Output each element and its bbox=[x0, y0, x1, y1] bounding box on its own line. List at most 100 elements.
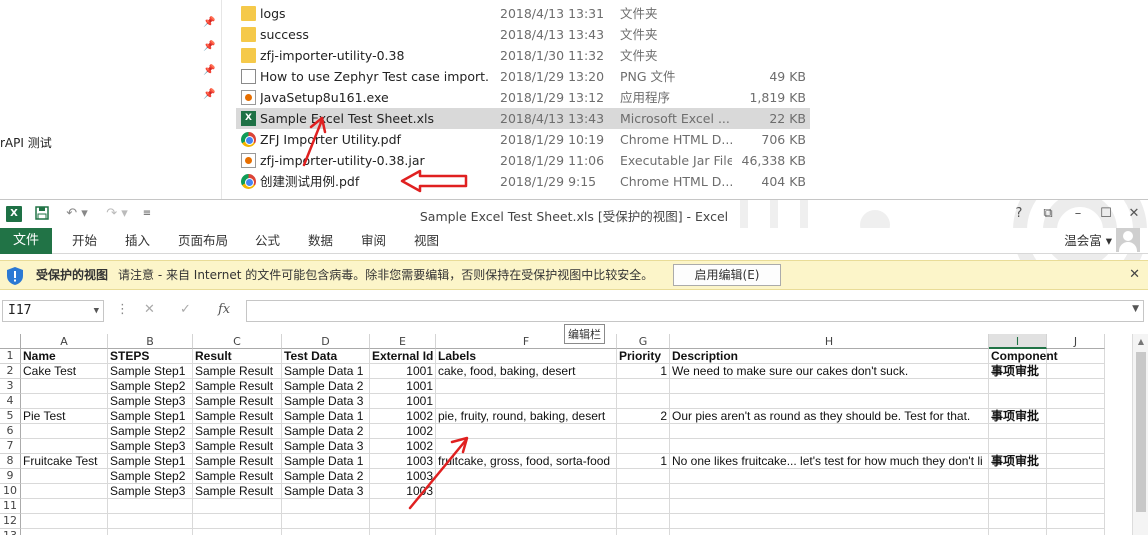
cell-b10[interactable]: Sample Step3 bbox=[108, 484, 193, 499]
cell-c2[interactable]: Sample Result bbox=[193, 364, 282, 379]
cell-f3[interactable] bbox=[436, 379, 617, 394]
column-header-e[interactable]: E bbox=[370, 334, 436, 349]
cell-g8[interactable]: 1 bbox=[617, 454, 670, 469]
tab-view[interactable]: 视图 bbox=[414, 228, 439, 254]
cell-i3[interactable] bbox=[989, 379, 1047, 394]
cell-e13[interactable] bbox=[370, 529, 436, 535]
column-header-b[interactable]: B bbox=[108, 334, 193, 349]
cell-i7[interactable] bbox=[989, 439, 1047, 454]
enable-editing-button[interactable]: 启用编辑(E) bbox=[673, 264, 781, 286]
cell-a12[interactable] bbox=[21, 514, 108, 529]
cell-b9[interactable]: Sample Step2 bbox=[108, 469, 193, 484]
row-header[interactable]: 11 bbox=[0, 499, 21, 514]
scrollbar-thumb[interactable] bbox=[1136, 352, 1146, 512]
tab-data[interactable]: 数据 bbox=[308, 228, 333, 254]
cell-j9[interactable] bbox=[1047, 469, 1105, 484]
row-header[interactable]: 3 bbox=[0, 379, 21, 394]
column-header-a[interactable]: A bbox=[21, 334, 108, 349]
cell-e8[interactable]: 1003 bbox=[370, 454, 436, 469]
cell-c11[interactable] bbox=[193, 499, 282, 514]
cell-a10[interactable] bbox=[21, 484, 108, 499]
cell-g6[interactable] bbox=[617, 424, 670, 439]
pin-icon[interactable]: 📌 bbox=[203, 89, 215, 101]
file-row[interactable]: success 2018/4/13 13:43 文件夹 bbox=[236, 24, 810, 45]
close-icon[interactable]: ✕ bbox=[1126, 206, 1142, 222]
cell-f13[interactable] bbox=[436, 529, 617, 535]
file-row[interactable]: JavaSetup8u161.exe 2018/1/29 13:12 应用程序 1,8… bbox=[236, 87, 810, 108]
cell-d3[interactable]: Sample Data 2 bbox=[282, 379, 370, 394]
cell-c3[interactable]: Sample Result bbox=[193, 379, 282, 394]
tab-review[interactable]: 审阅 bbox=[361, 228, 386, 254]
cell-h9[interactable] bbox=[670, 469, 989, 484]
cell-h11[interactable] bbox=[670, 499, 989, 514]
cell-e2[interactable]: 1001 bbox=[370, 364, 436, 379]
cell-j7[interactable] bbox=[1047, 439, 1105, 454]
cell-j2[interactable] bbox=[1047, 364, 1105, 379]
cell-j10[interactable] bbox=[1047, 484, 1105, 499]
cell-a13[interactable] bbox=[21, 529, 108, 535]
cell-b12[interactable] bbox=[108, 514, 193, 529]
cell-f4[interactable] bbox=[436, 394, 617, 409]
cell-e12[interactable] bbox=[370, 514, 436, 529]
cell-g12[interactable] bbox=[617, 514, 670, 529]
cell-d4[interactable]: Sample Data 3 bbox=[282, 394, 370, 409]
cell-a11[interactable] bbox=[21, 499, 108, 514]
cell-g1[interactable]: Priority bbox=[617, 349, 670, 364]
column-header-c[interactable]: C bbox=[193, 334, 282, 349]
cell-i13[interactable] bbox=[989, 529, 1047, 535]
cell-b11[interactable] bbox=[108, 499, 193, 514]
cell-e1[interactable]: External Id bbox=[370, 349, 436, 364]
row-header[interactable]: 10 bbox=[0, 484, 21, 499]
cell-b4[interactable]: Sample Step3 bbox=[108, 394, 193, 409]
pin-icon[interactable]: 📌 bbox=[203, 17, 215, 29]
cell-h7[interactable] bbox=[670, 439, 989, 454]
cell-d7[interactable]: Sample Data 3 bbox=[282, 439, 370, 454]
user-name[interactable]: 温会富 ▾ bbox=[1064, 228, 1112, 254]
cell-a3[interactable] bbox=[21, 379, 108, 394]
file-row[interactable]: 创建测试用例.pdf 2018/1/29 9:15 Chrome HTML D...… bbox=[236, 171, 810, 192]
cell-h13[interactable] bbox=[670, 529, 989, 535]
cell-e3[interactable]: 1001 bbox=[370, 379, 436, 394]
column-header-j[interactable]: J bbox=[1047, 334, 1105, 349]
cell-h12[interactable] bbox=[670, 514, 989, 529]
cell-d5[interactable]: Sample Data 1 bbox=[282, 409, 370, 424]
cell-e6[interactable]: 1002 bbox=[370, 424, 436, 439]
cell-c7[interactable]: Sample Result bbox=[193, 439, 282, 454]
column-header-h[interactable]: H bbox=[670, 334, 989, 349]
cell-g2[interactable]: 1 bbox=[617, 364, 670, 379]
cell-f9[interactable] bbox=[436, 469, 617, 484]
cell-j5[interactable] bbox=[1047, 409, 1105, 424]
cell-b6[interactable]: Sample Step2 bbox=[108, 424, 193, 439]
insert-function-icon[interactable]: fx bbox=[218, 302, 230, 317]
file-row[interactable]: zfj-importer-utility-0.38.jar 2018/1/29 1… bbox=[236, 150, 810, 171]
cell-c4[interactable]: Sample Result bbox=[193, 394, 282, 409]
cell-f1[interactable]: Labels bbox=[436, 349, 617, 364]
cell-c12[interactable] bbox=[193, 514, 282, 529]
cell-f6[interactable] bbox=[436, 424, 617, 439]
cell-f12[interactable] bbox=[436, 514, 617, 529]
column-header-g[interactable]: G bbox=[617, 334, 670, 349]
enter-check-icon[interactable]: ✓ bbox=[180, 302, 191, 317]
row-header[interactable]: 1 bbox=[0, 349, 21, 364]
cell-i12[interactable] bbox=[989, 514, 1047, 529]
cell-d12[interactable] bbox=[282, 514, 370, 529]
tab-page-layout[interactable]: 页面布局 bbox=[178, 228, 228, 254]
cell-g10[interactable] bbox=[617, 484, 670, 499]
cell-a9[interactable] bbox=[21, 469, 108, 484]
cell-e7[interactable]: 1002 bbox=[370, 439, 436, 454]
cell-c9[interactable]: Sample Result bbox=[193, 469, 282, 484]
cell-g7[interactable] bbox=[617, 439, 670, 454]
cell-h1[interactable]: Description bbox=[670, 349, 989, 364]
cell-d10[interactable]: Sample Data 3 bbox=[282, 484, 370, 499]
cell-b5[interactable]: Sample Step1 bbox=[108, 409, 193, 424]
cell-i5[interactable]: 事项审批 bbox=[989, 409, 1047, 424]
cell-i10[interactable] bbox=[989, 484, 1047, 499]
cell-b8[interactable]: Sample Step1 bbox=[108, 454, 193, 469]
cell-a5[interactable]: Pie Test bbox=[21, 409, 108, 424]
cell-g9[interactable] bbox=[617, 469, 670, 484]
column-header-i[interactable]: I bbox=[989, 334, 1047, 349]
row-header[interactable]: 6 bbox=[0, 424, 21, 439]
cell-e4[interactable]: 1001 bbox=[370, 394, 436, 409]
file-row[interactable]: logs 2018/4/13 13:31 文件夹 bbox=[236, 3, 810, 24]
row-header[interactable]: 8 bbox=[0, 454, 21, 469]
